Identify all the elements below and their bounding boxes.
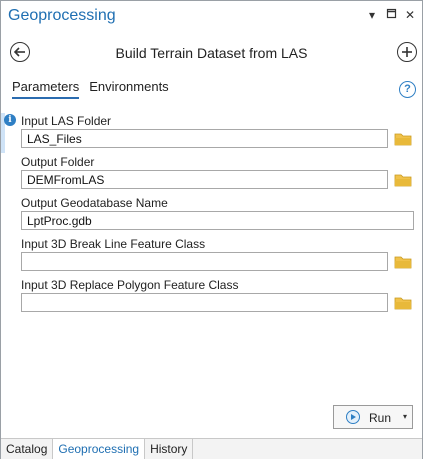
folder-icon[interactable] [394,173,412,187]
tool-title: Build Terrain Dataset from LAS [115,45,308,61]
back-arrow-icon[interactable] [10,42,30,62]
tool-tabs: Parameters Environments [12,79,169,99]
add-icon[interactable] [397,42,417,62]
bottom-tab-catalog[interactable]: Catalog [1,439,54,459]
input-las-folder-field[interactable]: LAS_Files [21,129,388,148]
folder-icon[interactable] [394,255,412,269]
geoprocessing-pane: Geoprocessing ▾ ✕ Build Terrain Dataset … [0,0,423,459]
param-label-output-folder: Output Folder [21,155,95,169]
run-dropdown-icon[interactable]: ▾ [403,412,407,421]
close-icon[interactable]: ✕ [404,8,416,22]
pane-window-controls: ▾ ✕ [366,8,416,22]
bottom-tab-strip: Catalog Geoprocessing History [1,438,422,459]
folder-icon[interactable] [394,296,412,310]
pane-titlebar: Geoprocessing ▾ ✕ [1,1,422,34]
help-icon[interactable]: ? [399,81,416,98]
info-icon[interactable]: i [4,114,16,126]
tool-header: Build Terrain Dataset from LAS [1,37,422,67]
run-button[interactable]: Run ▾ [333,405,413,429]
pin-icon[interactable] [385,8,397,22]
run-label: Run [369,411,392,425]
param-label-output-geodatabase-name: Output Geodatabase Name [21,196,168,210]
param-label-input-3d-replace-polygon: Input 3D Replace Polygon Feature Class [21,278,239,292]
pane-title: Geoprocessing [8,7,116,24]
param-label-input-las-folder: Input LAS Folder [21,114,112,128]
output-folder-field[interactable]: DEMFromLAS [21,170,388,189]
input-3d-break-line-field[interactable] [21,252,388,271]
param-label-input-3d-break-line: Input 3D Break Line Feature Class [21,237,206,251]
bottom-tab-geoprocessing[interactable]: Geoprocessing [53,439,146,459]
dropdown-icon[interactable]: ▾ [366,8,378,22]
folder-icon[interactable] [394,132,412,146]
tab-parameters[interactable]: Parameters [12,79,80,99]
input-3d-replace-polygon-field[interactable] [21,293,388,312]
output-geodatabase-name-field[interactable]: LptProc.gdb [21,211,414,230]
tab-environments[interactable]: Environments [89,79,168,99]
bottom-tab-history[interactable]: History [145,439,194,459]
run-play-icon [346,410,360,424]
